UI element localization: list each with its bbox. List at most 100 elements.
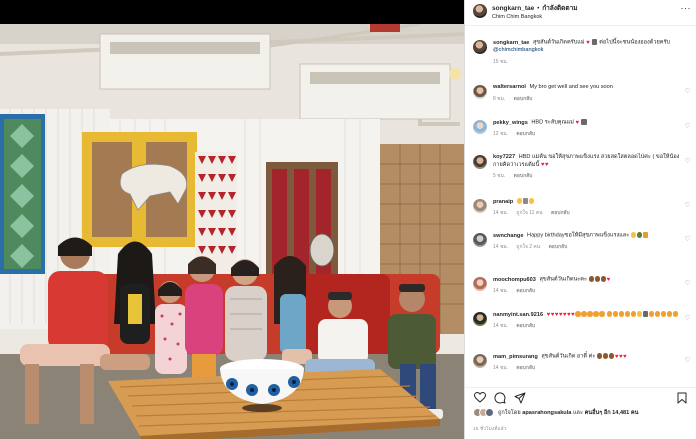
caption-text: songkarn_tae สุขสันต์วันเกิดครับแม่ ♥ ต่… (493, 39, 681, 55)
comment-time[interactable]: 14 ชม. (493, 210, 508, 216)
author-avatar[interactable] (473, 4, 487, 18)
like-comment-heart-icon[interactable]: ♡ (684, 236, 691, 243)
reply-button[interactable]: ตอบกลับ (516, 288, 535, 294)
avatar[interactable] (473, 155, 487, 169)
caption-tail: ต่อไปนี้จะชนน้องอองด้วยครับ (599, 39, 671, 46)
avatar[interactable] (473, 277, 487, 291)
gift-emoji (642, 232, 649, 238)
comment-icon[interactable] (493, 391, 507, 405)
comment-username[interactable]: koy7227 (493, 154, 515, 160)
avatar[interactable] (473, 40, 487, 54)
like-comment-heart-icon[interactable]: ♡ (684, 202, 691, 209)
comment-time[interactable]: 14 ชม. (493, 244, 508, 250)
comment-likes[interactable]: ถูกใจ 2 คน (516, 244, 540, 250)
comment-username[interactable]: swnchange (493, 233, 523, 239)
avatar[interactable] (473, 85, 487, 99)
more-icon[interactable]: ··· (681, 4, 692, 13)
face-emoji (630, 311, 637, 317)
avatar[interactable] (485, 408, 494, 417)
comment-list: songkarn_tae สุขสันต์วันเกิดครับแม่ ♥ ต่… (465, 27, 696, 382)
face-emoji (618, 311, 625, 317)
like-comment-heart-icon[interactable]: ♡ (684, 357, 691, 364)
red-heart-emoji: ♥ (606, 276, 611, 283)
post-header: songkarn_tae • กำลังติดตาม Chim Chim Ban… (465, 0, 696, 26)
following-button[interactable]: กำลังติดตาม (542, 5, 577, 12)
face-emoji (593, 311, 599, 317)
bookmark-icon[interactable] (675, 391, 689, 405)
red-heart-emoji: ♥ (575, 119, 580, 126)
comment-username[interactable]: mam_pimsurang (493, 354, 538, 360)
heart-icon[interactable] (473, 391, 487, 405)
reply-button[interactable]: ตอบกลับ (514, 96, 533, 102)
likes-row: ถูกใจโดย apasrahongsakula และ คนอื่นๆ อี… (473, 408, 693, 417)
face-emoji (606, 311, 613, 317)
red-heart-emoji: ♥ (562, 311, 567, 318)
comment-body: pekky_wings HBD ระลับคุณแม่ ♥ 12 ชม. ตอบ… (493, 119, 691, 138)
reply-button[interactable]: ตอบกลับ (516, 365, 535, 371)
share-icon[interactable] (513, 391, 527, 405)
comment-likes[interactable]: ถูกใจ 11 คน (516, 210, 542, 216)
comment-text: mam_pimsurang สุขสันต์วันเกิด อาตี๋ ค่ะ … (493, 353, 681, 361)
like-comment-heart-icon[interactable]: ♡ (684, 88, 691, 95)
avatar[interactable] (473, 312, 487, 326)
comment-username[interactable]: moochompu603 (493, 277, 536, 283)
comment-time[interactable]: 14 ชม. (493, 365, 508, 371)
comment-meta: 15 ชม. (493, 58, 681, 66)
comment-username[interactable]: pekky_wings (493, 120, 528, 126)
comment-username[interactable]: songkarn_tae (493, 40, 529, 46)
liker-username[interactable]: apasrahongsakula (522, 410, 571, 416)
caption-item: songkarn_tae สุขสันต์วันเกิดครับแม่ ♥ ต่… (473, 39, 691, 66)
cake-emoji (602, 353, 609, 359)
pray-emoji (581, 119, 587, 125)
comment-text: waltersarnoi My bro get well and see you… (493, 84, 681, 92)
comment-time[interactable]: 5 ชม. (493, 173, 505, 179)
mention-link[interactable]: @chimchimbangkok (493, 47, 543, 53)
pray-emoji (642, 311, 649, 317)
like-comment-heart-icon[interactable]: ♡ (684, 280, 691, 287)
comment-username[interactable]: pranaip (493, 199, 513, 205)
comment-username[interactable]: nanmyint.san.9216 (493, 312, 543, 318)
clover-emoji (636, 232, 643, 238)
face-emoji (575, 311, 581, 317)
like-comment-heart-icon[interactable]: ♡ (684, 123, 691, 130)
comment-meta: 5 ชม. ตอบกลับ (493, 172, 681, 180)
comment-body: pranaip 14 ชม. ถูกใจ 11 คน ตอบกลับ (493, 198, 691, 217)
comment-time[interactable]: 14 ชม. (493, 288, 508, 294)
comment-item: mam_pimsurang สุขสันต์วันเกิด อาตี๋ ค่ะ … (473, 353, 691, 372)
location-link[interactable]: Chim Chim Bangkok (492, 13, 681, 22)
avatar[interactable] (473, 120, 487, 134)
likes-prefix: ถูกใจโดย (498, 409, 521, 416)
comment-meta: 14 ชม. ตอบกลับ (493, 322, 681, 330)
reply-button[interactable]: ตอบกลับ (549, 244, 568, 250)
cake-emoji (608, 353, 615, 359)
likes-others-link[interactable]: คนอื่นๆ อีก 14,481 คน (585, 410, 639, 416)
post-photo[interactable] (0, 24, 464, 439)
comment-item: pranaip 14 ชม. ถูกใจ 11 คน ตอบกลับ ♡ (473, 198, 691, 217)
avatar[interactable] (473, 233, 487, 247)
comment-time[interactable]: 15 ชม. (493, 59, 508, 65)
like-comment-heart-icon[interactable]: ♡ (684, 315, 691, 322)
post-time-ago[interactable]: 15 ชั่วโมงที่แล้ว (473, 426, 507, 433)
comment-time[interactable]: 8 ชม. (493, 96, 505, 102)
reply-button[interactable]: ตอบกลับ (514, 173, 533, 179)
reply-button[interactable]: ตอบกลับ (551, 210, 570, 216)
pray-emoji (591, 39, 598, 45)
red-heart-emoji: ♥ (558, 311, 563, 318)
avatar[interactable] (473, 354, 487, 368)
comment-username[interactable]: waltersarnoi (493, 84, 526, 90)
comment-item: pekky_wings HBD ระลับคุณแม่ ♥ 12 ชม. ตอบ… (473, 119, 691, 138)
face-emoji (654, 311, 661, 317)
reply-button[interactable]: ตอบกลับ (516, 323, 535, 329)
comment-time[interactable]: 12 ชม. (493, 131, 508, 137)
comment-item: waltersarnoi My bro get well and see you… (473, 84, 691, 103)
author-username[interactable]: songkarn_tae (492, 5, 534, 12)
like-comment-heart-icon[interactable]: ♡ (684, 158, 691, 165)
comment-message: Happy birthdayขอให้มีสุขภาพแข็งแรงและ (527, 232, 630, 239)
face-emoji (612, 311, 619, 317)
reply-button[interactable]: ตอบกลับ (516, 131, 535, 137)
comment-time[interactable]: 14 ชม. (493, 323, 508, 329)
avatar[interactable] (473, 199, 487, 213)
comment-item: moochompu603 สุขสันต์วันเกิดนะคะ ♥ 14 ชม… (473, 276, 691, 295)
caption-body: songkarn_tae สุขสันต์วันเกิดครับแม่ ♥ ต่… (493, 39, 691, 66)
face-emoji (581, 311, 587, 317)
